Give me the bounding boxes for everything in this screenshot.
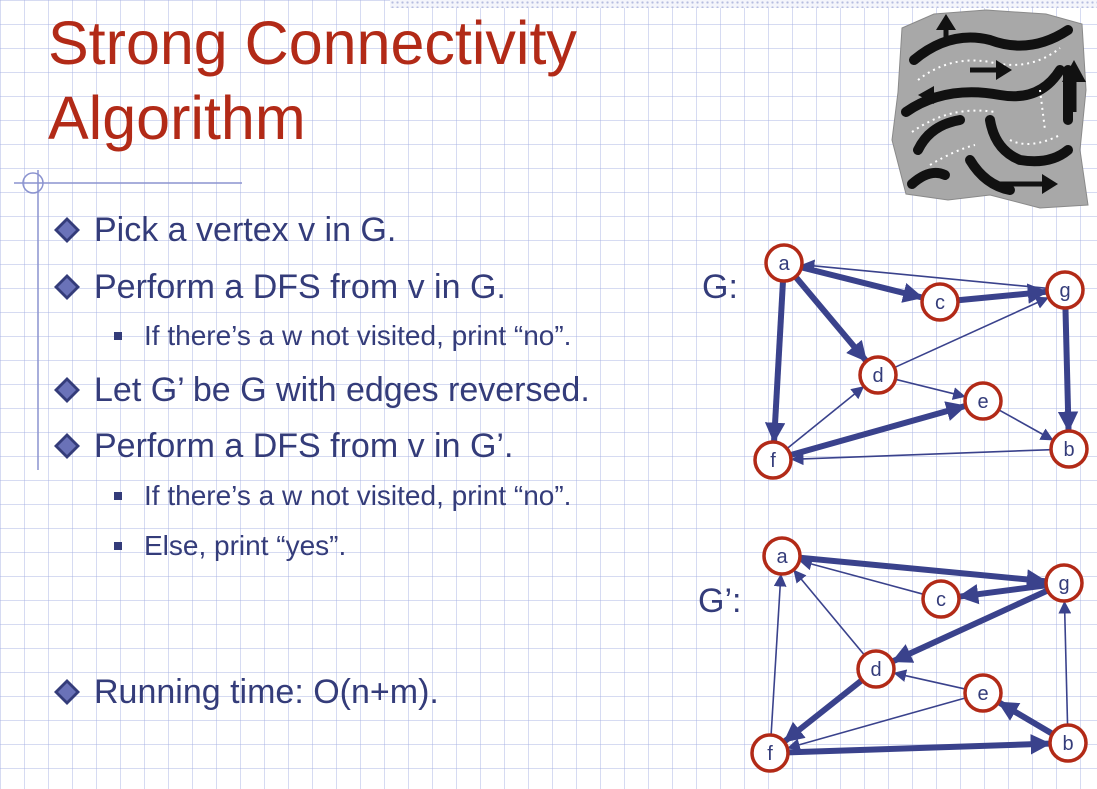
graph1-node-a: a [762,536,802,576]
graph1-node-label-b: b [1062,733,1073,755]
graph0-node-label-c: c [935,292,945,314]
graph0-node-c: c [920,282,960,322]
graph1-node-label-a: a [776,546,788,568]
graph0-node-e: e [963,381,1003,421]
graph0-edge-a-f [764,280,786,444]
graph0-node-d: d [858,355,898,395]
graph1-edge-g-d [891,587,1049,664]
graph0-node-f: f [753,440,793,480]
graph0-node-label-f: f [770,450,776,472]
graph1-node-e: e [963,673,1003,713]
graph1-node-label-c: c [936,589,946,611]
graph0-node-g: g [1045,270,1085,310]
graph0-edge-a-d [793,274,869,363]
graph0-node-a: a [764,243,804,283]
graph0-edge-a-c [800,264,924,303]
graph1-node-d: d [856,649,896,689]
graph0-edge-b-f [790,448,1052,466]
graph0-edge-e-b [998,409,1054,441]
graph1-node-label-g: g [1058,573,1069,595]
graph1-edge-e-d [893,669,966,690]
graph0-node-label-a: a [778,253,790,275]
graph1-node-label-d: d [870,659,881,681]
graph1-node-label-f: f [767,743,773,765]
graph1-edge-a-g [799,554,1048,590]
graph0-node-label-g: g [1059,280,1070,302]
graph1-node-f: f [750,733,790,773]
graph0-edge-g-b [1057,307,1079,433]
graph1-edge-e-f [787,697,966,751]
graph1-node-b: b [1048,723,1088,763]
graph1-node-label-e: e [977,683,988,705]
graph1-edge-f-b [787,734,1052,756]
graph1-edge-f-a [770,573,787,736]
graph0-node-b: b [1049,429,1089,469]
graph1-node-c: c [921,579,961,619]
graph1-edge-d-a [793,569,866,656]
graph1-edge-d-f [783,677,864,744]
graph-diagrams: a c g d e f b a g c d e f b [750,243,1089,773]
graph0-edge-c-g [957,283,1049,304]
graph1-edge-b-g [1058,600,1072,726]
graph0-edge-d-g [894,296,1049,369]
graph0-node-label-d: d [872,365,883,387]
graph0-edge-f-e [789,401,967,459]
graph0-edge-d-e [895,378,966,400]
graph0-node-label-b: b [1063,439,1074,461]
graph1-node-g: g [1044,563,1084,603]
graph0-node-label-e: e [977,391,988,413]
graph1-edge-b-e [997,700,1055,737]
